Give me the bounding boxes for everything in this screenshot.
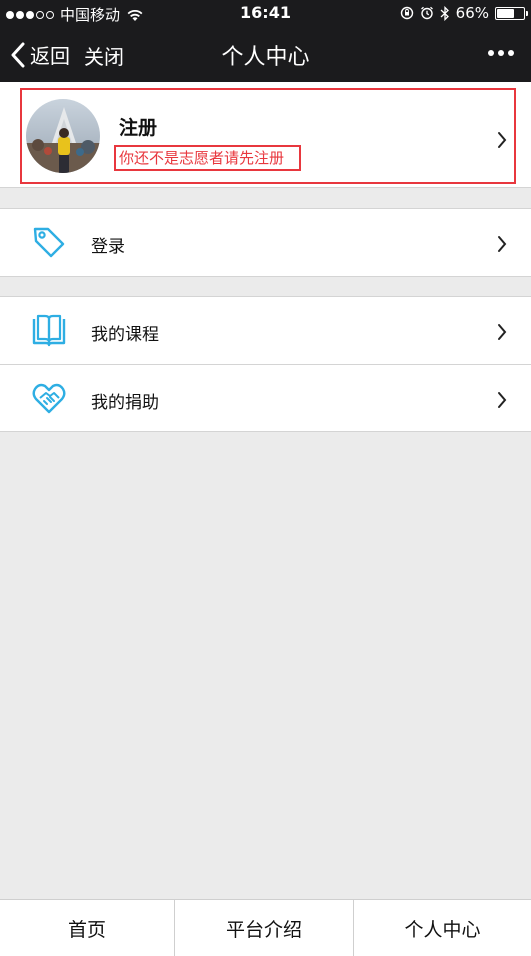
menu-item-label: 我的捐助 (91, 393, 159, 413)
more-dot (488, 50, 494, 56)
more-dot (508, 50, 514, 56)
chevron-right-icon (498, 392, 507, 408)
bluetooth-icon (440, 5, 449, 21)
menu-item-courses[interactable]: 我的课程 (0, 297, 531, 364)
battery-percent: 66% (455, 4, 489, 22)
battery-icon (495, 6, 528, 20)
tab-personal-center[interactable]: 个人中心 (353, 900, 531, 956)
menu-group-account: 登录 (0, 208, 531, 277)
more-dot (498, 50, 504, 56)
nav-bar: 返回 关闭 个人中心 (0, 26, 531, 82)
more-options-button[interactable] (481, 38, 521, 68)
menu-item-label: 我的课程 (91, 325, 159, 345)
menu-item-login[interactable]: 登录 (0, 209, 531, 276)
battery-fill (497, 8, 515, 18)
profile-name: 注册 (119, 117, 158, 139)
rotation-lock-icon (400, 6, 413, 20)
profile-card[interactable]: 注册 你还不是志愿者请先注册 (0, 82, 531, 188)
profile-subtitle: 你还不是志愿者请先注册 (114, 145, 301, 171)
chevron-right-icon (498, 324, 507, 340)
alarm-icon (420, 6, 433, 20)
tab-home[interactable]: 首页 (0, 900, 174, 956)
bottom-tab-bar: 首页 平台介绍 个人中心 (0, 899, 531, 956)
chevron-right-icon (498, 132, 507, 148)
avatar-photo (26, 99, 100, 173)
tab-platform-intro[interactable]: 平台介绍 (174, 900, 353, 956)
menu-item-label: 登录 (91, 237, 125, 257)
chevron-right-icon (498, 236, 507, 252)
page-title: 个人中心 (221, 45, 310, 70)
status-bar: 中国移动 16:41 66% (0, 0, 531, 26)
status-right: 66% (400, 4, 528, 22)
menu-group-activity: 我的课程 我的捐助 (0, 296, 531, 432)
book-icon (32, 314, 66, 347)
menu-item-donations[interactable]: 我的捐助 (0, 364, 531, 431)
heart-handshake-icon (32, 383, 66, 414)
avatar (26, 99, 100, 173)
tag-icon (33, 227, 65, 258)
